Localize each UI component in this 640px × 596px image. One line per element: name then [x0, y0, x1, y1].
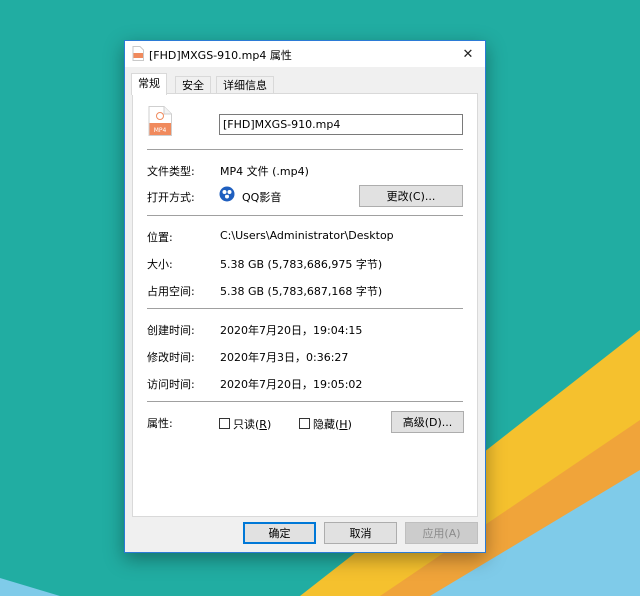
hidden-checkbox[interactable]	[299, 418, 310, 429]
hidden-label[interactable]: 隐藏(H)	[313, 416, 352, 432]
svg-text:MP4: MP4	[154, 127, 167, 134]
properties-dialog: [FHD]MXGS-910.mp4 属性 ✕ 常规 安全 详细信息 MP4 [F…	[124, 40, 486, 553]
attributes-label: 属性:	[147, 417, 173, 430]
size-value: 5.38 GB (5,783,686,975 字节)	[220, 258, 383, 271]
mp4-file-icon	[132, 46, 144, 61]
location-label: 位置:	[147, 231, 173, 244]
open-with-label: 打开方式:	[147, 191, 195, 204]
file-name-input[interactable]: [FHD]MXGS-910.mp4	[219, 114, 463, 135]
close-button[interactable]: ✕	[451, 41, 485, 67]
general-panel: MP4 [FHD]MXGS-910.mp4 文件类型: MP4 文件 (.mp4…	[132, 93, 478, 517]
location-value: C:\Users\Administrator\Desktop	[220, 229, 394, 242]
file-type-value: MP4 文件 (.mp4)	[220, 165, 309, 178]
modified-value: 2020年7月3日，0:36:27	[220, 351, 349, 364]
file-type-label: 文件类型:	[147, 165, 195, 178]
qq-player-icon	[219, 186, 235, 202]
modified-label: 修改时间:	[147, 351, 195, 364]
readonly-checkbox[interactable]	[219, 418, 230, 429]
accessed-value: 2020年7月20日，19:05:02	[220, 378, 363, 391]
size-on-disk-value: 5.38 GB (5,783,687,168 字节)	[220, 285, 383, 298]
size-label: 大小:	[147, 258, 173, 271]
separator	[147, 215, 463, 216]
open-with-app-name: QQ影音	[242, 191, 282, 204]
readonly-label[interactable]: 只读(R)	[233, 416, 271, 432]
tab-security[interactable]: 安全	[175, 76, 211, 94]
window-title: [FHD]MXGS-910.mp4 属性	[149, 49, 292, 62]
mp4-file-large-icon: MP4	[148, 106, 172, 136]
separator	[147, 401, 463, 402]
created-label: 创建时间:	[147, 324, 195, 337]
created-value: 2020年7月20日，19:04:15	[220, 324, 363, 337]
tab-details[interactable]: 详细信息	[216, 76, 274, 94]
tab-general[interactable]: 常规	[131, 73, 167, 95]
advanced-button[interactable]: 高级(D)...	[391, 411, 464, 433]
accessed-label: 访问时间:	[147, 378, 195, 391]
apply-button[interactable]: 应用(A)	[405, 522, 478, 544]
title-bar[interactable]: [FHD]MXGS-910.mp4 属性 ✕	[125, 41, 485, 67]
separator	[147, 308, 463, 309]
change-button[interactable]: 更改(C)...	[359, 185, 463, 207]
separator	[147, 149, 463, 150]
cancel-button[interactable]: 取消	[324, 522, 397, 544]
ok-button[interactable]: 确定	[243, 522, 316, 544]
size-on-disk-label: 占用空间:	[147, 285, 195, 298]
